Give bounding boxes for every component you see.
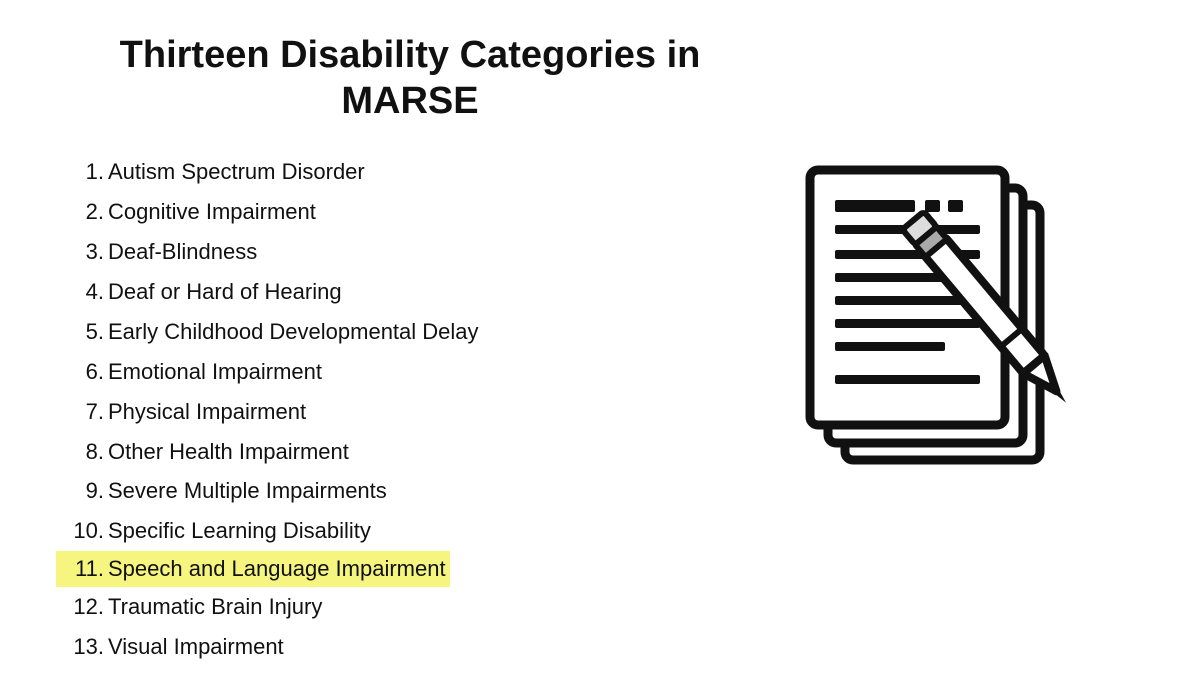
list-item-number: 10.	[60, 515, 108, 547]
list-item-number: 1.	[60, 156, 108, 188]
list-item-number: 2.	[60, 196, 108, 228]
list-item-number: 8.	[60, 436, 108, 468]
list-item: 9.Severe Multiple Impairments	[60, 471, 760, 511]
list-item-text: Other Health Impairment	[108, 436, 349, 468]
list-item-number: 9.	[60, 475, 108, 507]
list-item-text: Specific Learning Disability	[108, 515, 371, 547]
list-item-number: 3.	[60, 236, 108, 268]
list-item-text: Autism Spectrum Disorder	[108, 156, 365, 188]
list-item-text: Speech and Language Impairment	[108, 553, 446, 585]
document-pencil-icon	[790, 160, 1130, 540]
list-item-text: Emotional Impairment	[108, 356, 322, 388]
page-title: Thirteen Disability Categories in MARSE	[60, 33, 760, 124]
page-container: Thirteen Disability Categories in MARSE …	[0, 0, 1200, 700]
list-item-number: 11.	[60, 553, 108, 585]
list-item: 5.Early Childhood Developmental Delay	[60, 312, 760, 352]
list-item-text: Severe Multiple Impairments	[108, 475, 387, 507]
list-item: 4.Deaf or Hard of Hearing	[60, 272, 760, 312]
list-item-number: 6.	[60, 356, 108, 388]
left-section: Thirteen Disability Categories in MARSE …	[60, 33, 760, 667]
list-item-text: Visual Impairment	[108, 631, 284, 663]
list-item: 7.Physical Impairment	[60, 392, 760, 432]
list-item: 10.Specific Learning Disability	[60, 511, 760, 551]
list-item: 3.Deaf-Blindness	[60, 232, 760, 272]
list-item: 6.Emotional Impairment	[60, 352, 760, 392]
list-item-number: 7.	[60, 396, 108, 428]
list-item-number: 13.	[60, 631, 108, 663]
list-item-text: Deaf or Hard of Hearing	[108, 276, 342, 308]
list-item: 12.Traumatic Brain Injury	[60, 587, 760, 627]
list-item-text: Deaf-Blindness	[108, 236, 257, 268]
list-item-text: Early Childhood Developmental Delay	[108, 316, 479, 348]
list-item-text: Traumatic Brain Injury	[108, 591, 322, 623]
list-item: 11.Speech and Language Impairment	[56, 551, 450, 587]
list-item: 2.Cognitive Impairment	[60, 192, 760, 232]
list-item: 13.Visual Impairment	[60, 627, 760, 667]
list-item: 8.Other Health Impairment	[60, 432, 760, 472]
right-section	[760, 160, 1140, 540]
disability-list: 1.Autism Spectrum Disorder2.Cognitive Im…	[60, 152, 760, 667]
list-item-number: 12.	[60, 591, 108, 623]
list-item-text: Cognitive Impairment	[108, 196, 316, 228]
list-item-number: 4.	[60, 276, 108, 308]
list-item-number: 5.	[60, 316, 108, 348]
list-item: 1.Autism Spectrum Disorder	[60, 152, 760, 192]
list-item-text: Physical Impairment	[108, 396, 306, 428]
